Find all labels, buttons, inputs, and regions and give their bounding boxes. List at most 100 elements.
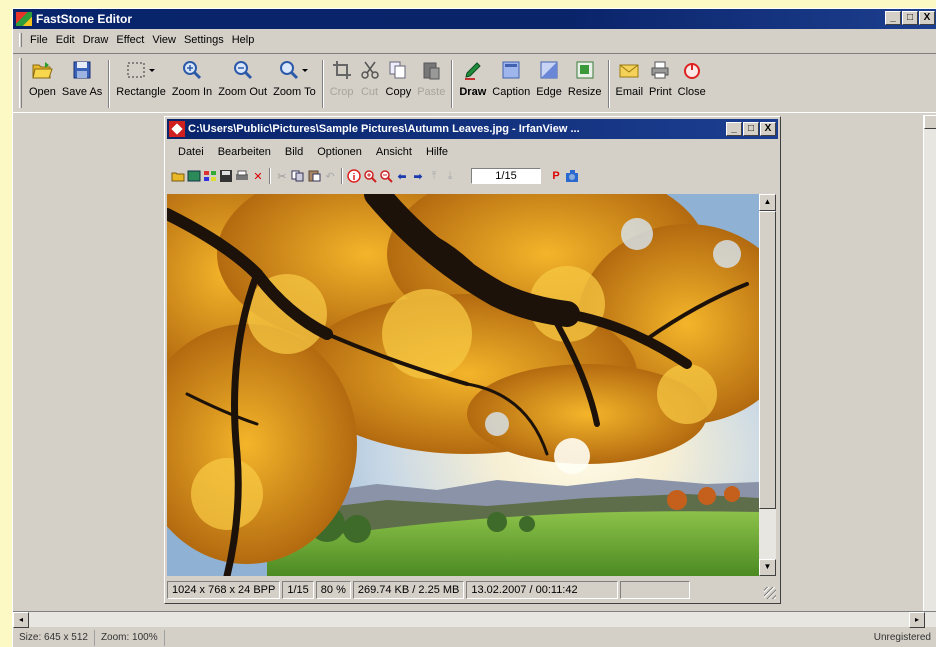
print-button[interactable]: Print [646,54,675,112]
paste-button[interactable]: Paste [414,54,448,112]
irfanview-close-button[interactable]: X [760,122,776,136]
copy-button[interactable]: Copy [383,54,415,112]
minimize-button[interactable]: _ [885,11,901,25]
iv-paste-icon[interactable] [307,169,321,183]
rectangle-button[interactable]: Rectangle [113,54,169,112]
close-window-button[interactable]: X [919,11,935,25]
iv-zoom-in-icon[interactable] [363,169,377,183]
iv-previous-icon[interactable]: ⬅ [395,169,409,183]
caption-icon [501,58,521,82]
open-button[interactable]: Open [26,54,59,112]
crop-button[interactable]: Crop [327,54,357,112]
iv-menu-hilfe[interactable]: Hilfe [419,146,455,158]
iv-paint-icon[interactable]: P [549,169,563,183]
iv-scroll-down-button[interactable]: ▼ [759,559,776,576]
iv-status-empty [620,581,691,599]
iv-status-datetime: 13.02.2007 / 00:11:42 [466,581,619,599]
iv-zoom-out-icon[interactable] [379,169,393,183]
draw-button[interactable]: Draw [456,54,489,112]
close-button[interactable]: Close [675,54,709,112]
scroll-left-button[interactable]: ◂ [13,612,29,628]
main-toolbar: Open Save As Rectangle Zoom In Zoom Out [13,53,936,113]
iv-menu-bearbeiten[interactable]: Bearbeiten [211,146,278,158]
scissors-icon [360,58,380,82]
iv-copy-icon[interactable] [291,169,305,183]
iv-toolbar-separator [341,168,343,184]
copy-icon [388,58,408,82]
menu-effect[interactable]: Effect [112,34,148,46]
draw-pen-icon [463,58,483,82]
edge-button[interactable]: Edge [533,54,565,112]
iv-page-indicator[interactable]: 1/15 [471,168,541,184]
iv-cut-icon[interactable]: ✂ [275,169,289,183]
resize-icon [575,58,595,82]
iv-menu-optionen[interactable]: Optionen [310,146,369,158]
irfanview-toolbar: ✕ ✂ ↶ ⬅ ➡ ⤒ ⤓ 1/15 P [167,165,778,187]
iv-menu-datei[interactable]: Datei [171,146,211,158]
iv-save-icon[interactable] [219,169,233,183]
workspace-vertical-scrollbar[interactable] [923,115,936,611]
iv-menu-bild[interactable]: Bild [278,146,310,158]
iv-undo-icon[interactable]: ↶ [323,169,337,183]
iv-first-icon[interactable]: ⤒ [427,169,441,183]
iv-menu-ansicht[interactable]: Ansicht [369,146,419,158]
menu-help[interactable]: Help [228,34,259,46]
menu-edit[interactable]: Edit [52,34,79,46]
edge-icon [539,58,559,82]
iv-info-icon[interactable] [347,169,361,183]
iv-last-icon[interactable]: ⤓ [443,169,457,183]
iv-capture-icon[interactable] [565,169,579,183]
email-envelope-icon [618,58,640,82]
menu-settings[interactable]: Settings [180,34,228,46]
zoom-to-button[interactable]: Zoom To [270,54,319,112]
zoom-in-icon [182,58,202,82]
window-controls: _ □ X [884,11,935,25]
status-bar: Size: 645 x 512 Zoom: 100% Unregistered [13,628,936,647]
iv-thumbnails-icon[interactable] [203,169,217,183]
iv-delete-icon[interactable]: ✕ [251,169,265,183]
scroll-up-button[interactable] [924,115,936,129]
scroll-right-button[interactable]: ▸ [909,612,925,628]
irfanview-minimize-button[interactable]: _ [726,122,742,136]
iv-resize-grip[interactable] [764,587,776,599]
workspace-horizontal-scrollbar[interactable]: ◂ ▸ [13,611,936,628]
zoom-out-button[interactable]: Zoom Out [215,54,270,112]
iv-status-filesize: 269.74 KB / 2.25 MB [352,581,465,599]
iv-scroll-thumb[interactable] [759,211,776,509]
email-button[interactable]: Email [613,54,647,112]
crop-icon [332,58,352,82]
iv-status-dimensions: 1024 x 768 x 24 BPP [167,581,281,599]
menubar-grip[interactable] [19,33,22,47]
app-titlebar[interactable]: FastStone Editor _ □ X [13,9,936,29]
app-title: FastStone Editor [36,12,133,26]
irfanview-window[interactable]: C:\Users\Public\Pictures\Sample Pictures… [164,116,781,604]
iv-open-icon[interactable] [171,169,185,183]
menubar: File Edit Draw Effect View Settings Help [13,31,936,49]
iv-print-icon[interactable] [235,169,249,183]
zoom-out-icon [233,58,253,82]
irfanview-statusbar: 1024 x 768 x 24 BPP 1/15 80 % 269.74 KB … [167,579,778,601]
iv-slideshow-icon[interactable] [187,169,201,183]
iv-toolbar-separator [269,168,271,184]
save-as-button[interactable]: Save As [59,54,105,112]
irfanview-vertical-scrollbar[interactable]: ▲ ▼ [759,194,776,576]
irfanview-menubar: Datei Bearbeiten Bild Optionen Ansicht H… [167,143,455,161]
zoom-to-icon [279,58,309,82]
menu-view[interactable]: View [148,34,180,46]
zoom-in-button[interactable]: Zoom In [169,54,215,112]
toolbar-separator [321,60,324,108]
autumn-leaves-photo [167,194,759,576]
irfanview-maximize-button[interactable]: □ [743,122,759,136]
caption-button[interactable]: Caption [489,54,533,112]
irfanview-titlebar[interactable]: C:\Users\Public\Pictures\Sample Pictures… [167,119,778,139]
menu-file[interactable]: File [26,34,52,46]
resize-button[interactable]: Resize [565,54,605,112]
floppy-disk-icon [72,58,92,82]
paste-icon [421,58,441,82]
maximize-button[interactable]: □ [902,11,918,25]
toolbar-grip[interactable] [19,58,22,108]
iv-next-icon[interactable]: ➡ [411,169,425,183]
iv-scroll-up-button[interactable]: ▲ [759,194,776,211]
menu-draw[interactable]: Draw [79,34,113,46]
cut-button[interactable]: Cut [357,54,383,112]
